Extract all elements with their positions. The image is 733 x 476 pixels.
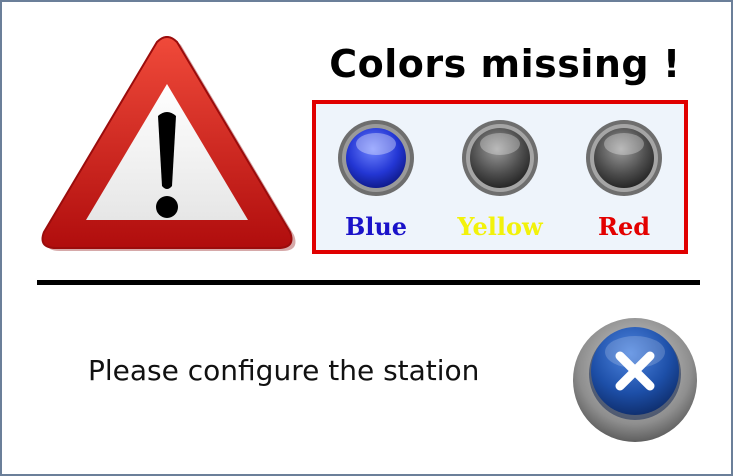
close-x-icon bbox=[573, 318, 697, 442]
color-label-yellow: Yellow bbox=[457, 212, 543, 241]
color-label-red: Red bbox=[598, 212, 650, 241]
color-label-blue: Blue bbox=[344, 212, 408, 241]
close-button[interactable] bbox=[570, 314, 700, 444]
lamp-blue-icon bbox=[338, 120, 414, 196]
colors-missing-dialog: Colors missing ! Blue Yellow Red Please … bbox=[0, 0, 733, 476]
missing-colors-panel: Blue Yellow Red bbox=[312, 100, 688, 254]
status-message: Please configure the station bbox=[88, 354, 480, 387]
dialog-title: Colors missing ! bbox=[329, 42, 681, 86]
lamp-off-icon bbox=[586, 120, 662, 196]
separator-line bbox=[37, 280, 700, 285]
color-indicator-yellow: Yellow bbox=[440, 118, 560, 241]
color-indicator-blue: Blue bbox=[316, 118, 436, 241]
warning-triangle-icon bbox=[41, 36, 296, 251]
color-indicator-red: Red bbox=[564, 118, 684, 241]
lamp-off-icon bbox=[462, 120, 538, 196]
